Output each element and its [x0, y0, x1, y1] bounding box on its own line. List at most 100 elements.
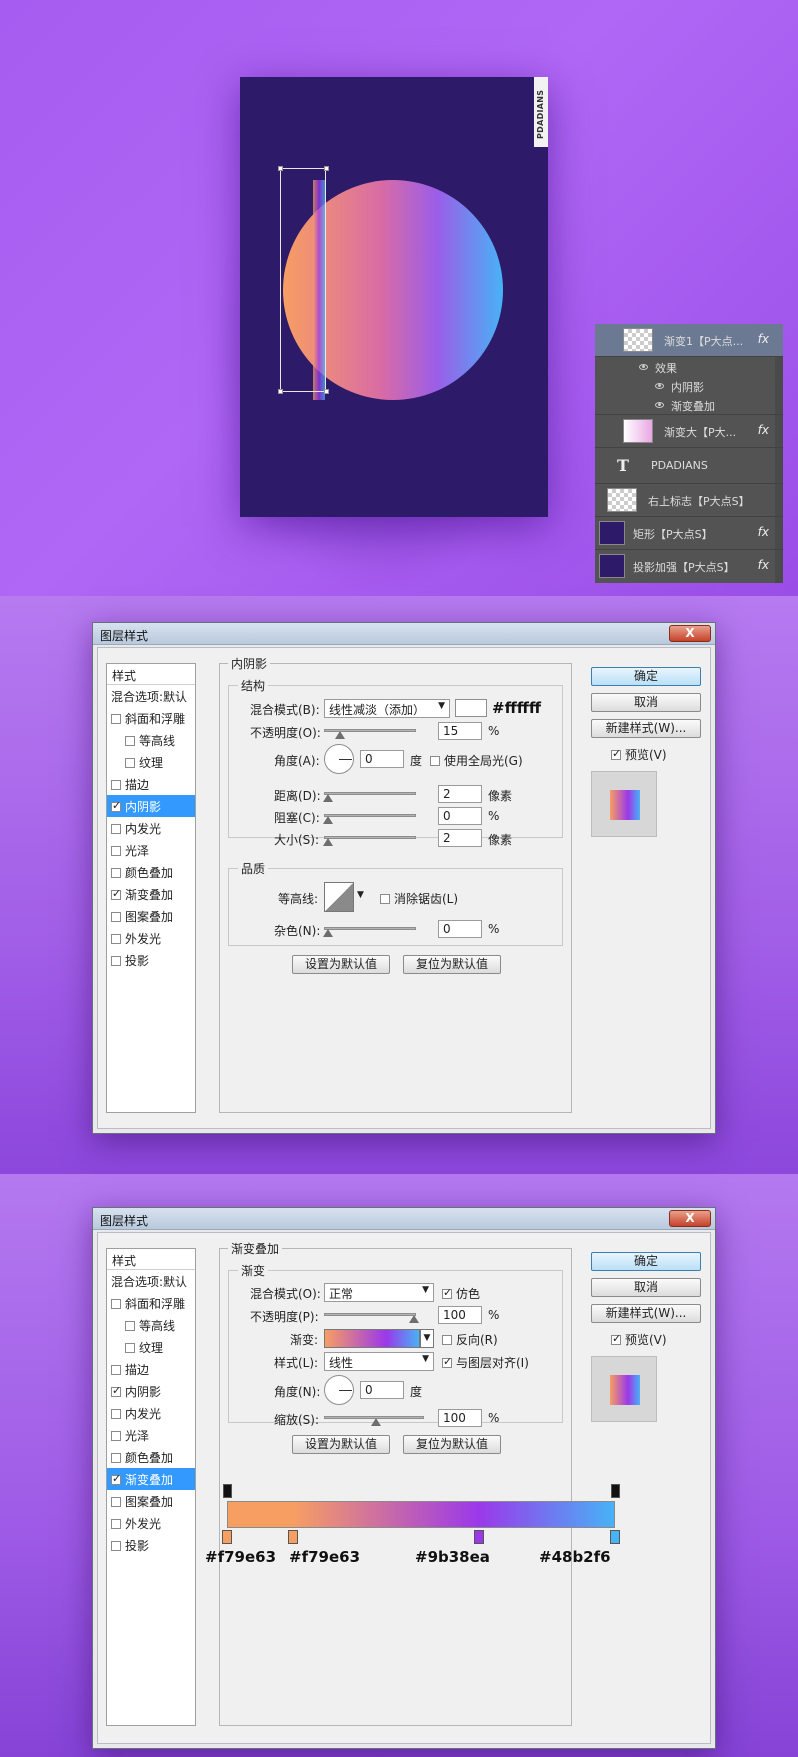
checkbox[interactable]: [125, 1321, 135, 1331]
style-item[interactable]: 外发光: [107, 927, 195, 949]
layer-row[interactable]: T PDADIANS: [595, 448, 783, 484]
checkbox[interactable]: [380, 894, 390, 904]
checkbox[interactable]: [611, 747, 621, 760]
style-item[interactable]: 内发光: [107, 817, 195, 839]
checkbox[interactable]: [111, 1541, 121, 1551]
slider-knob[interactable]: [335, 731, 345, 739]
checkbox[interactable]: [111, 1497, 121, 1507]
layer-row[interactable]: 矩形【P大点S】 fx: [595, 517, 783, 550]
transform-handle[interactable]: [324, 389, 329, 394]
checkbox[interactable]: [442, 1286, 452, 1299]
dither-checkbox[interactable]: 仿色: [442, 1285, 480, 1302]
noise-slider[interactable]: [323, 927, 416, 937]
layer-row[interactable]: 投影加强【P大点S】 fx: [595, 550, 783, 583]
blend-options-item[interactable]: 混合选项:默认: [107, 685, 195, 707]
scale-slider[interactable]: [324, 1416, 424, 1426]
angle-dial[interactable]: [324, 1375, 354, 1405]
dialog-titlebar[interactable]: 图层样式 X: [93, 1208, 715, 1230]
checkbox[interactable]: [111, 714, 121, 724]
style-item[interactable]: 内阴影: [107, 1380, 195, 1402]
checkbox[interactable]: [125, 758, 135, 768]
gradient-editor-bar[interactable]: [227, 1501, 615, 1528]
contour-picker[interactable]: [324, 882, 354, 912]
new-style-button[interactable]: 新建样式(W)...: [591, 719, 701, 738]
style-item[interactable]: 渐变叠加: [107, 883, 195, 905]
layer-effects-row[interactable]: 效果: [595, 357, 783, 377]
layer-effect-row[interactable]: 渐变叠加: [595, 396, 783, 415]
global-light-checkbox[interactable]: 使用全局光(G): [430, 752, 523, 769]
layer-row[interactable]: 渐变1【P大点... fx: [595, 324, 783, 357]
distance-slider[interactable]: [323, 792, 416, 802]
set-default-button[interactable]: 设置为默认值: [292, 955, 390, 974]
eye-icon[interactable]: [639, 364, 648, 370]
dialog-titlebar[interactable]: 图层样式 X: [93, 623, 715, 645]
style-item[interactable]: 光泽: [107, 1424, 195, 1446]
size-input[interactable]: 2: [438, 829, 482, 847]
slider-knob[interactable]: [371, 1418, 381, 1426]
layer-row[interactable]: 渐变大【P大... fx: [595, 415, 783, 448]
checkbox[interactable]: [125, 1343, 135, 1353]
align-checkbox[interactable]: 与图层对齐(I): [442, 1354, 529, 1371]
cancel-button[interactable]: 取消: [591, 693, 701, 712]
checkbox[interactable]: [111, 912, 121, 922]
ok-button[interactable]: 确定: [591, 667, 701, 686]
chevron-down-icon[interactable]: ▼: [420, 1329, 434, 1348]
style-item[interactable]: 投影: [107, 1534, 195, 1556]
opacity-stop[interactable]: [611, 1484, 620, 1498]
checkbox[interactable]: [430, 756, 440, 766]
checkbox[interactable]: [111, 824, 121, 834]
checkbox[interactable]: [111, 799, 121, 812]
chevron-down-icon[interactable]: ▼: [357, 890, 364, 900]
color-stop[interactable]: [222, 1530, 232, 1544]
fx-icon[interactable]: fx: [758, 525, 769, 539]
slider-knob[interactable]: [409, 1315, 419, 1323]
checkbox[interactable]: [111, 1365, 121, 1375]
style-item[interactable]: 投影: [107, 949, 195, 971]
style-item[interactable]: 光泽: [107, 839, 195, 861]
opacity-input[interactable]: 100: [438, 1306, 482, 1324]
checkbox[interactable]: [111, 1409, 121, 1419]
antialias-checkbox[interactable]: 消除锯齿(L): [380, 890, 458, 907]
reverse-checkbox[interactable]: 反向(R): [442, 1331, 498, 1348]
selection-box[interactable]: [280, 168, 326, 392]
style-item[interactable]: 颜色叠加: [107, 861, 195, 883]
blend-mode-select[interactable]: 正常 ▼: [324, 1283, 434, 1302]
preview-checkbox[interactable]: 预览(V): [611, 1331, 667, 1348]
checkbox[interactable]: [111, 1519, 121, 1529]
checkbox[interactable]: [111, 1384, 121, 1397]
style-item[interactable]: 渐变叠加: [107, 1468, 195, 1490]
style-item[interactable]: 外发光: [107, 1512, 195, 1534]
cancel-button[interactable]: 取消: [591, 1278, 701, 1297]
opacity-slider[interactable]: [324, 1313, 419, 1323]
checkbox[interactable]: [111, 780, 121, 790]
close-button[interactable]: X: [669, 1210, 711, 1227]
transform-handle[interactable]: [324, 166, 329, 171]
style-item[interactable]: 颜色叠加: [107, 1446, 195, 1468]
close-button[interactable]: X: [669, 625, 711, 642]
fx-icon[interactable]: fx: [758, 332, 769, 346]
eye-icon[interactable]: [655, 402, 664, 408]
layer-row[interactable]: 右上标志【P大点S】: [595, 484, 783, 517]
transform-handle[interactable]: [278, 166, 283, 171]
color-stop[interactable]: [474, 1530, 485, 1544]
blend-mode-select[interactable]: 线性减淡（添加） ▼: [324, 699, 450, 718]
color-swatch[interactable]: [455, 699, 487, 717]
style-item[interactable]: 内发光: [107, 1402, 195, 1424]
choke-input[interactable]: 0: [438, 807, 482, 825]
preview-checkbox[interactable]: 预览(V): [611, 746, 667, 763]
noise-input[interactable]: 0: [438, 920, 482, 938]
style-item[interactable]: 等高线: [107, 729, 195, 751]
checkbox[interactable]: [125, 736, 135, 746]
checkbox[interactable]: [442, 1335, 452, 1345]
reset-default-button[interactable]: 复位为默认值: [403, 955, 501, 974]
checkbox[interactable]: [111, 1299, 121, 1309]
size-slider[interactable]: [323, 836, 416, 846]
checkbox[interactable]: [442, 1355, 452, 1368]
eye-icon[interactable]: [655, 383, 664, 389]
choke-slider[interactable]: [323, 814, 416, 824]
checkbox[interactable]: [111, 868, 121, 878]
slider-knob[interactable]: [323, 929, 333, 937]
color-stop[interactable]: [287, 1530, 298, 1544]
new-style-button[interactable]: 新建样式(W)...: [591, 1304, 701, 1323]
style-item[interactable]: 图案叠加: [107, 905, 195, 927]
